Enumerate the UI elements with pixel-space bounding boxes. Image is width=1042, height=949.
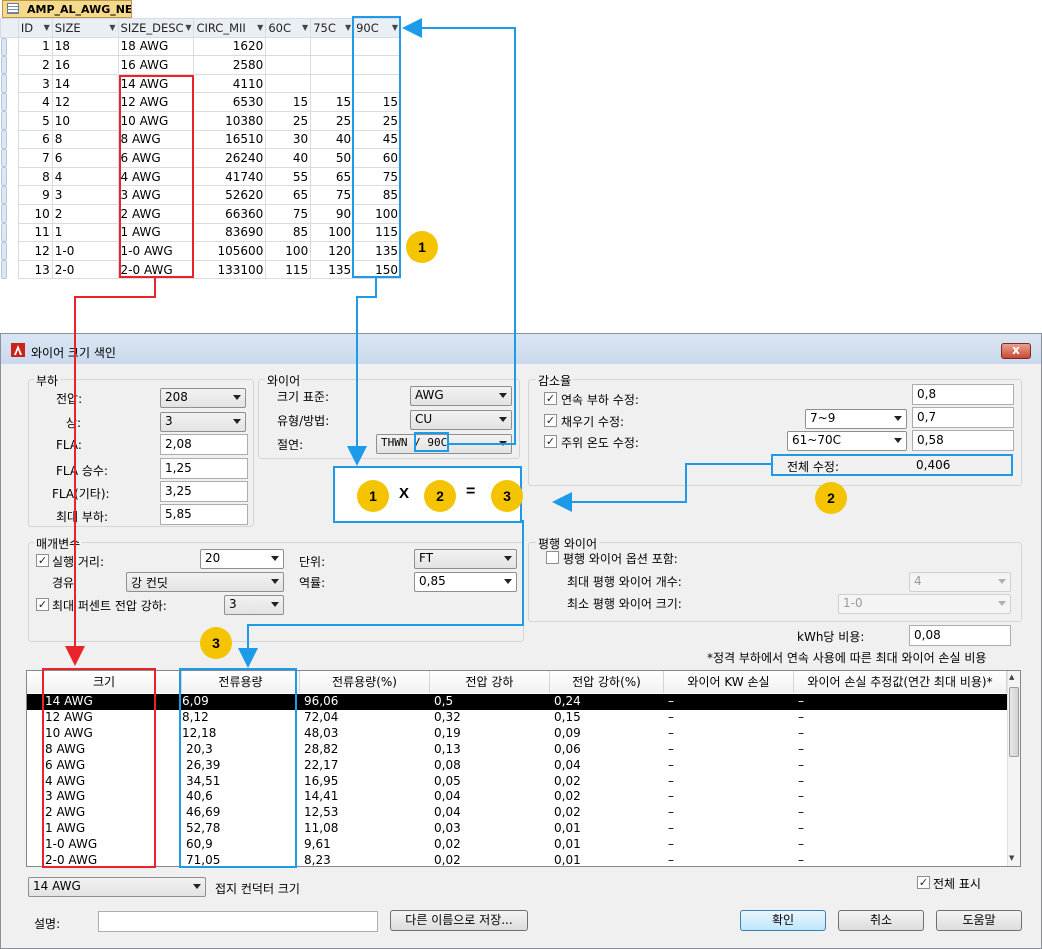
ampacity-column-highlight [179,668,297,868]
size-desc-highlight [119,75,194,278]
blue-arrow-to-formula [347,278,377,466]
insulation-90c-highlight [414,432,449,452]
blue-arrow-to-ampacity [238,520,524,668]
formula-badge-3: 3 [491,480,523,512]
badge-1: 1 [406,231,438,263]
formula-badge-2: 2 [424,480,456,512]
equals-sign: = [466,483,476,500]
total-derate-highlight [771,454,1013,476]
size-column-highlight [42,668,156,868]
badge-3: 3 [200,627,232,659]
badge-2: 2 [815,482,847,514]
formula-badge-1: 1 [357,480,389,512]
blue-arrow-from-total [552,463,773,512]
formula-box: 1 X 2 = 3 [333,466,523,523]
90c-column-highlight [352,16,401,278]
red-arrow [65,278,156,666]
multiply-sign: X [399,485,410,502]
